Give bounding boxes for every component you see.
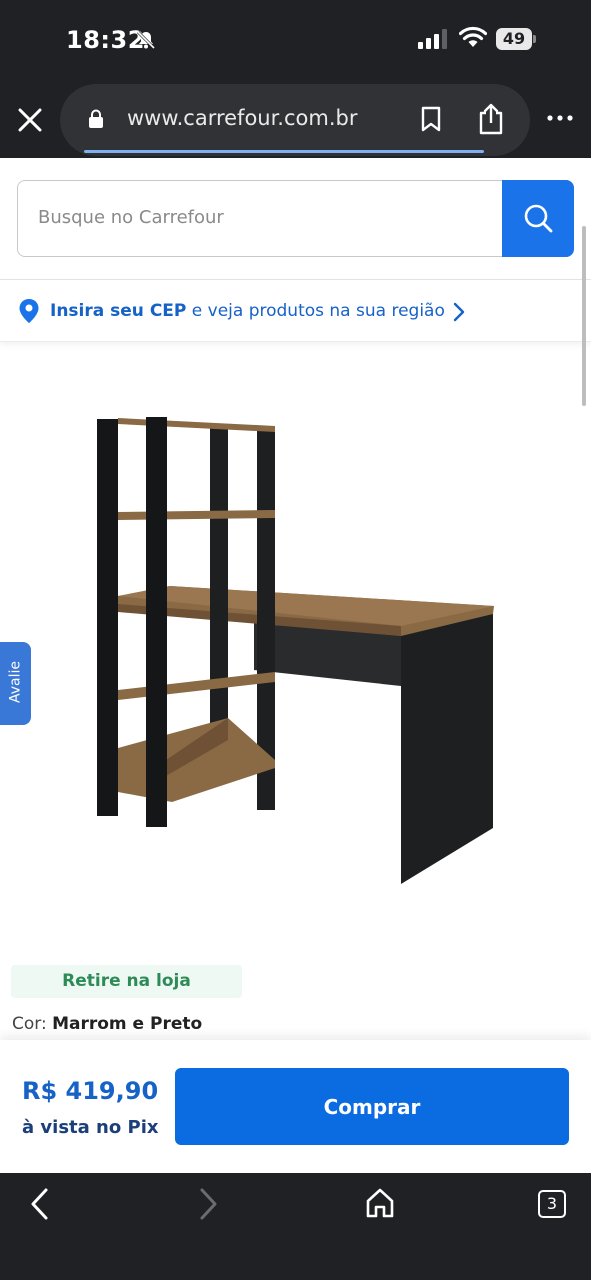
pickup-badge: Retire na loja: [11, 965, 242, 998]
color-value: Marrom e Preto: [52, 1014, 203, 1034]
search-icon: [524, 204, 553, 233]
signal-icon: [418, 29, 447, 49]
search-input[interactable]: [38, 207, 498, 228]
price: R$ 419,90: [22, 1077, 159, 1105]
bookmark-icon[interactable]: [420, 106, 442, 132]
color-info: Cor: Marrom e Preto: [12, 1014, 202, 1034]
browser-top-chrome: 18:32 49 www.carrefour.com.br: [0, 0, 591, 158]
location-pin-icon: [19, 299, 39, 323]
page-scrollbar[interactable]: [582, 226, 586, 406]
address-bar[interactable]: www.carrefour.com.br: [60, 84, 530, 156]
cep-text: Insira seu CEP e veja produtos na sua re…: [50, 301, 445, 321]
chevron-right-icon: [453, 302, 465, 322]
price-note: à vista no Pix: [22, 1117, 159, 1138]
search-box: [17, 180, 574, 257]
cep-link[interactable]: Insira seu CEP: [50, 301, 186, 321]
page-load-progress: [84, 150, 484, 153]
bell-muted-icon: [136, 30, 156, 50]
status-time: 18:32: [66, 26, 145, 54]
cep-rest: e veja produtos na sua região: [186, 301, 445, 321]
search-button[interactable]: [502, 180, 574, 257]
more-icon[interactable]: [545, 107, 575, 129]
close-icon[interactable]: [14, 104, 46, 136]
wifi-icon: [459, 26, 487, 47]
battery-tip: [533, 35, 536, 43]
back-icon[interactable]: [28, 1187, 52, 1221]
url-text: www.carrefour.com.br: [127, 106, 358, 130]
home-icon[interactable]: [364, 1186, 396, 1220]
buy-button[interactable]: Comprar: [175, 1068, 569, 1145]
purchase-bar: R$ 419,90 à vista no Pix Comprar: [0, 1040, 591, 1173]
battery-level: 49: [496, 28, 532, 50]
lock-icon: [89, 109, 103, 128]
avalie-tab[interactable]: Avalie: [0, 642, 31, 725]
color-label: Cor:: [12, 1014, 53, 1034]
share-icon[interactable]: [476, 102, 506, 136]
tabs-button[interactable]: 3: [538, 1190, 566, 1218]
forward-icon[interactable]: [196, 1187, 220, 1221]
cep-banner[interactable]: Insira seu CEP e veja produtos na sua re…: [0, 280, 591, 342]
product-image[interactable]: [80, 400, 510, 900]
browser-bottom-toolbar: 3: [0, 1173, 591, 1280]
avalie-label: Avalie: [7, 661, 24, 704]
battery-icon: 49: [496, 28, 536, 50]
